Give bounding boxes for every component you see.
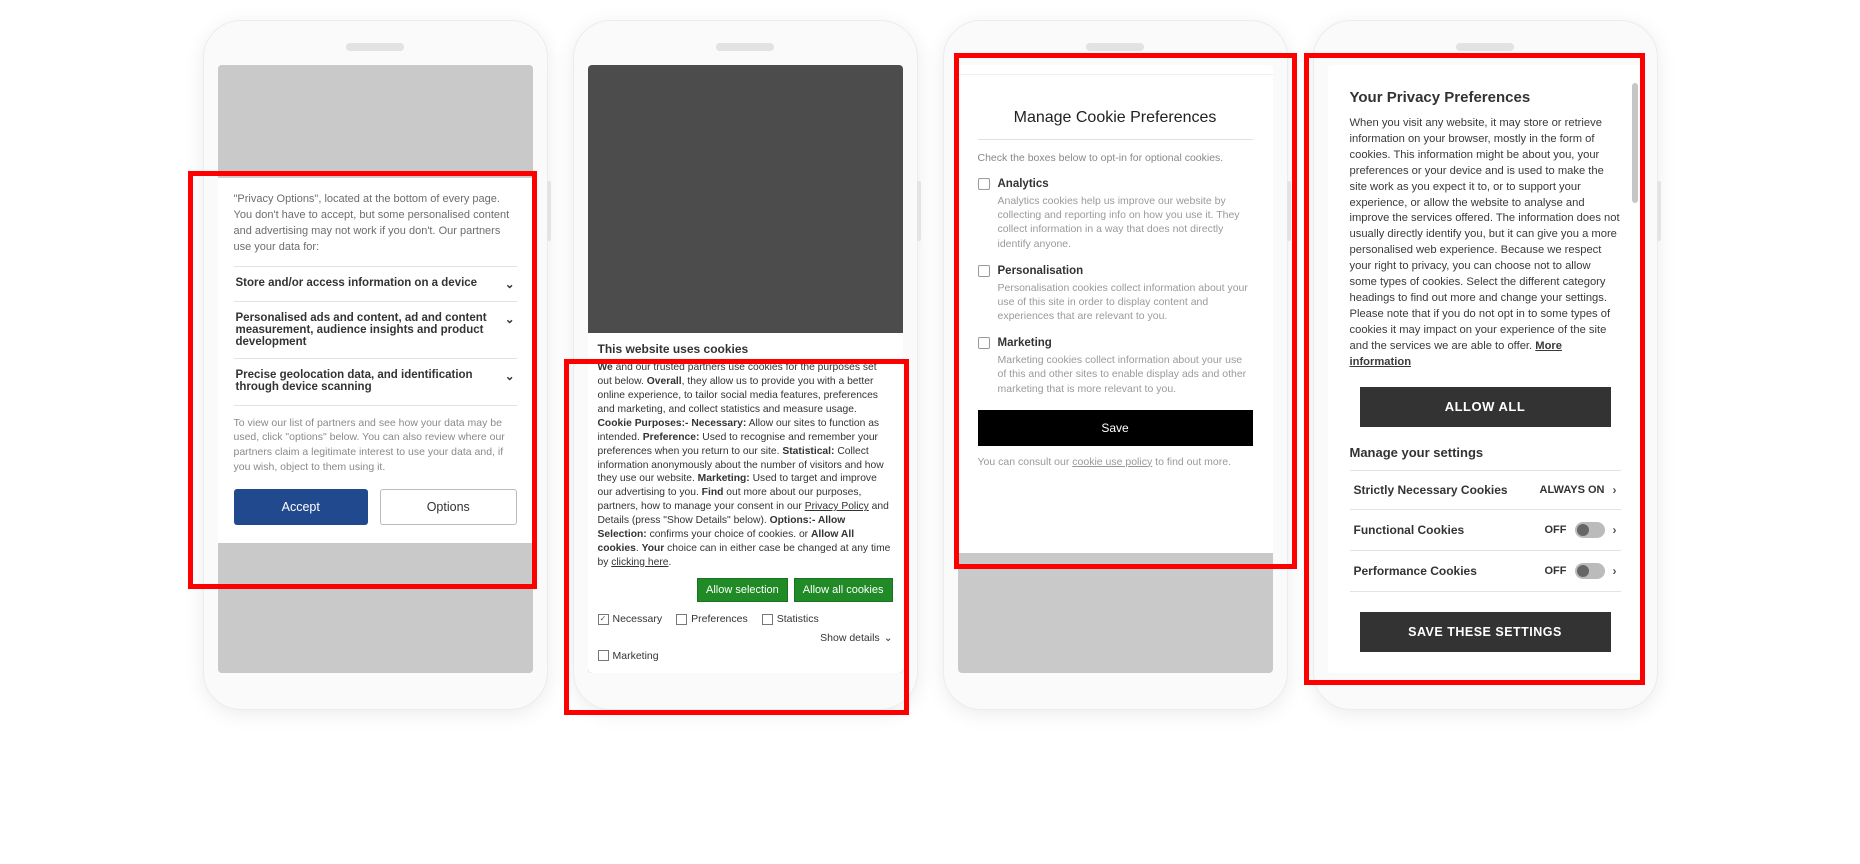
phone-mockup-3: Manage Cookie Preferences Check the boxe… — [943, 20, 1288, 710]
highlight-box — [1304, 53, 1645, 685]
highlight-box — [954, 53, 1297, 569]
panel-title: This website uses cookies — [598, 341, 893, 357]
phone-mockup-1: "Privacy Options", located at the bottom… — [203, 20, 548, 710]
highlight-box — [564, 359, 909, 715]
background-top — [218, 65, 533, 177]
phone-mockup-2: This website uses cookies We and our tru… — [573, 20, 918, 710]
background-bottom — [218, 603, 533, 673]
background-bottom — [958, 553, 1273, 673]
phone-mockup-4: Your Privacy Preferences When you visit … — [1313, 20, 1658, 710]
highlight-box — [188, 171, 537, 589]
